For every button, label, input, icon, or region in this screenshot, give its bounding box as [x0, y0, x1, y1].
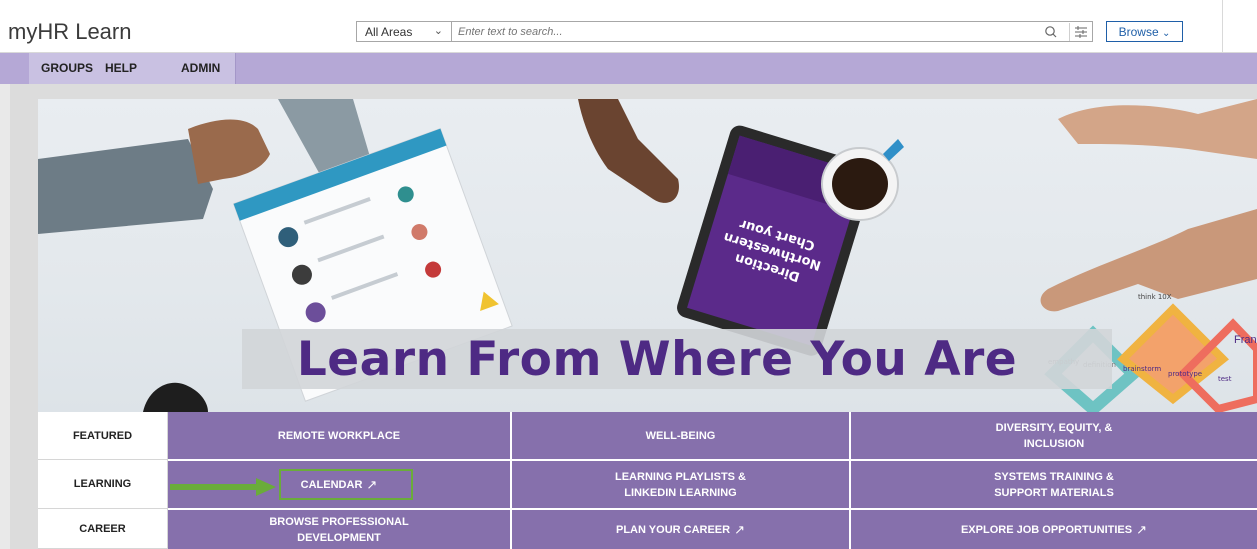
calendar-highlight: [279, 469, 413, 500]
link-browse-professional-development[interactable]: BROWSE PROFESSIONAL DEVELOPMENT: [168, 510, 510, 549]
search-icon[interactable]: [1042, 23, 1060, 41]
link-systems-training[interactable]: SYSTEMS TRAINING & SUPPORT MATERIALS: [851, 461, 1257, 508]
cup-bottom: [143, 382, 208, 412]
arrow-right-icon: [170, 478, 276, 496]
link-learning-playlists[interactable]: LEARNING PLAYLISTS & LINKEDIN LEARNING: [512, 461, 849, 508]
svg-text:prototype: prototype: [1168, 370, 1202, 378]
nav-item-admin[interactable]: ADMIN: [181, 61, 220, 75]
banner-title: Learn From Where You Are: [296, 332, 1018, 387]
browse-button[interactable]: Browse ⌄: [1106, 21, 1183, 42]
external-link-icon: ↗: [1136, 521, 1148, 537]
link-well-being[interactable]: WELL-BEING: [512, 412, 849, 459]
hand-top: [578, 99, 679, 203]
browse-label: Browse: [1118, 25, 1159, 39]
chevron-down-icon: ⌄: [433, 25, 443, 37]
nav-group: GROUPS HELP ADMIN: [29, 53, 236, 84]
area-select[interactable]: All Areas ⌄: [356, 21, 452, 42]
hand-left: [188, 119, 270, 184]
svg-text:think 10X: think 10X: [1138, 293, 1172, 301]
chevron-down-icon: ⌄: [1161, 28, 1171, 39]
row-label-learning: LEARNING: [38, 460, 168, 509]
search-box: [452, 21, 1093, 42]
nav-item-help[interactable]: HELP: [105, 61, 137, 75]
sleeve-left: [38, 139, 213, 234]
header-divider: [1222, 0, 1223, 53]
app-title[interactable]: myHR Learn: [8, 19, 131, 45]
link-explore-job-opportunities[interactable]: EXPLORE JOB OPPORTUNITIES ↗: [851, 510, 1257, 549]
hand-right-top: [1058, 99, 1257, 159]
row-label-featured: FEATURED: [38, 412, 168, 460]
svg-text:test: test: [1218, 375, 1232, 383]
search-input[interactable]: [458, 23, 1028, 40]
top-header: myHR Learn All Areas ⌄ Browse ⌄: [0, 0, 1257, 53]
main-nav: GROUPS HELP ADMIN: [0, 53, 1257, 84]
nav-item-groups[interactable]: GROUPS: [41, 61, 93, 75]
row-label-career: CAREER: [38, 509, 168, 549]
link-remote-workplace[interactable]: REMOTE WORKPLACE: [168, 412, 510, 459]
link-diversity-equity-inclusion[interactable]: DIVERSITY, EQUITY, & INCLUSION: [851, 412, 1257, 459]
hero-banner: Chart your Northwestern Direction think …: [38, 99, 1257, 412]
area-select-value: All Areas: [365, 25, 413, 39]
external-link-icon: ↗: [734, 521, 745, 537]
filter-icon[interactable]: [1069, 23, 1087, 41]
frame-word: Fran: [1234, 334, 1257, 346]
link-plan-your-career[interactable]: PLAN YOUR CAREER ↗: [512, 510, 849, 549]
svg-text:brainstorm: brainstorm: [1123, 365, 1161, 373]
